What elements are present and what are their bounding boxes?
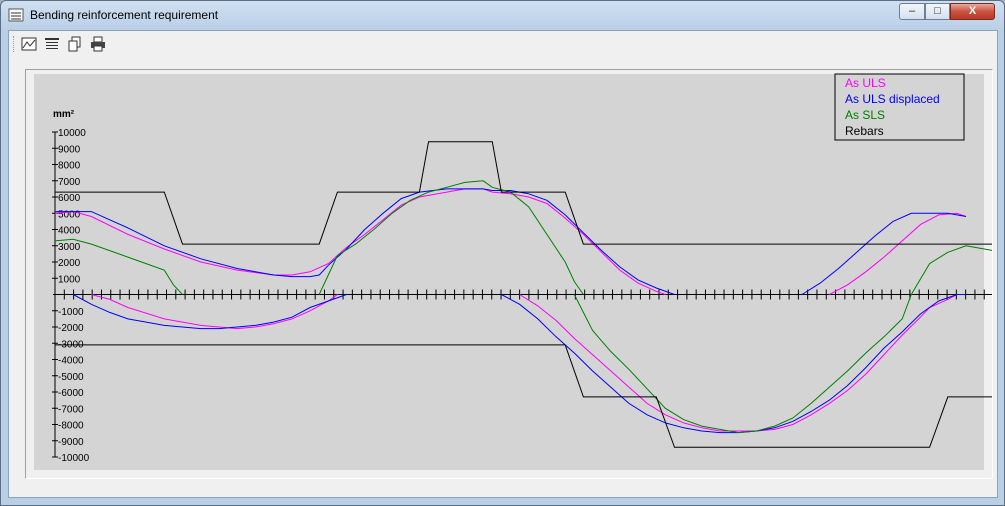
y-tick-label: 7000 bbox=[58, 177, 81, 188]
y-tick-label: 4000 bbox=[58, 226, 81, 237]
y-tick-label: 6000 bbox=[58, 193, 81, 204]
y-tick-label: 1000 bbox=[58, 274, 81, 285]
y-tick-label: -7000 bbox=[58, 404, 84, 415]
minimize-button[interactable]: – bbox=[899, 3, 925, 20]
y-tick-label: -4000 bbox=[58, 356, 84, 367]
y-tick-label: 10000 bbox=[58, 128, 86, 139]
y-tick-label: -1000 bbox=[58, 307, 84, 318]
y-tick-label: 8000 bbox=[58, 161, 81, 172]
y-tick-label: -6000 bbox=[58, 388, 84, 399]
chart-icon[interactable] bbox=[21, 36, 37, 52]
legend-entry: As ULS bbox=[845, 76, 886, 90]
app-icon bbox=[8, 8, 24, 22]
reinforcement-chart: mm² 10000 9000 8000 7000 6000 5000 4000 3000 2000… bbox=[34, 73, 992, 470]
window-title: Bending reinforcement requirement bbox=[30, 8, 219, 22]
y-axis-label: mm² bbox=[53, 109, 75, 120]
toolbar bbox=[9, 31, 997, 57]
client-area: mm² 10000 9000 8000 7000 6000 5000 4000 3000 2000… bbox=[8, 30, 998, 498]
y-tick-label: -8000 bbox=[58, 421, 84, 432]
maximize-button[interactable]: □ bbox=[925, 3, 950, 20]
toolbar-grip[interactable] bbox=[13, 36, 16, 52]
chart-frame: mm² 10000 9000 8000 7000 6000 5000 4000 3000 2000… bbox=[25, 69, 993, 479]
y-tick-label: 2000 bbox=[58, 258, 81, 269]
y-tick-label: -9000 bbox=[58, 437, 84, 448]
list-lines-icon[interactable] bbox=[44, 36, 60, 52]
y-tick-label: -5000 bbox=[58, 372, 84, 383]
legend-entry: As SLS bbox=[845, 108, 885, 122]
app-window: Bending reinforcement requirement – □ X bbox=[0, 0, 1005, 506]
copy-icon[interactable] bbox=[67, 36, 83, 52]
y-tick-label: 3000 bbox=[58, 242, 81, 253]
print-icon[interactable] bbox=[90, 36, 106, 52]
y-tick-label: -10000 bbox=[58, 453, 90, 464]
y-tick-label: 9000 bbox=[58, 144, 81, 155]
legend-entry: As ULS displaced bbox=[845, 92, 940, 106]
title-bar[interactable]: Bending reinforcement requirement – □ X bbox=[1, 1, 1004, 29]
close-button[interactable]: X bbox=[950, 3, 995, 20]
y-tick-label: 5000 bbox=[58, 209, 81, 220]
legend-entry: Rebars bbox=[845, 124, 884, 138]
y-tick-label: -2000 bbox=[58, 323, 84, 334]
